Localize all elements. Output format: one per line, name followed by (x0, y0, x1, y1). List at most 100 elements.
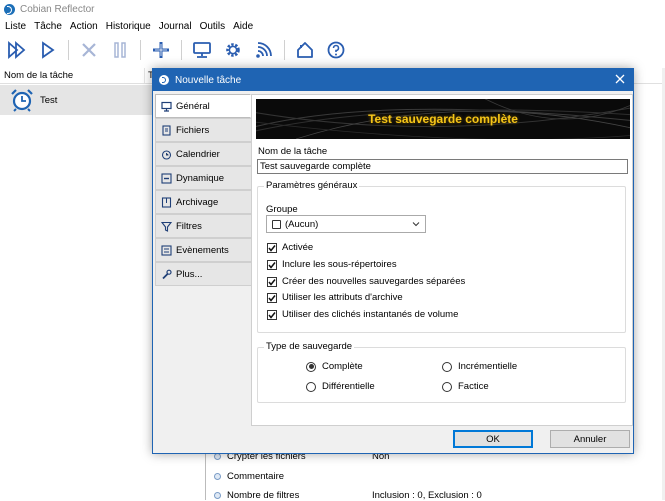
checkbox-label: Créer des nouvelles sauvegardes séparées (282, 276, 466, 287)
backup-type-group: Type de sauvegarde Complète Incrémentiel… (257, 341, 626, 403)
dialog-logo-icon (159, 75, 169, 85)
radio-dummy[interactable]: Factice (442, 381, 489, 392)
monitor-icon (161, 101, 172, 112)
run-button[interactable] (37, 39, 59, 61)
tab-files[interactable]: Fichiers (155, 118, 251, 142)
menu-journal[interactable]: Journal (156, 21, 195, 32)
tab-archive[interactable]: Archivage (155, 190, 251, 214)
checkbox-separate-backups[interactable]: Créer des nouvelles sauvegardes séparées (267, 276, 465, 287)
home-button[interactable] (294, 39, 316, 61)
checkbox-box (267, 292, 277, 303)
property-bullet-icon (214, 453, 221, 460)
checkbox-archive-attributes[interactable]: Utiliser les attributs d'archive (267, 292, 403, 303)
tab-label: Général (176, 100, 210, 112)
checkbox-volume-shadow-copy[interactable]: Utiliser des clichés instantanés de volu… (267, 309, 458, 320)
radio-circle (442, 381, 452, 392)
tab-general[interactable]: Général (155, 94, 251, 118)
tab-dynamic[interactable]: Dynamique (155, 166, 251, 190)
checkbox-box (267, 242, 277, 253)
tab-label: Evènements (176, 244, 229, 256)
tab-schedule[interactable]: Calendrier (155, 142, 251, 166)
general-params-group: Paramètres généraux Groupe (Aucun) Activ… (257, 180, 626, 333)
checkbox-label: Utiliser les attributs d'archive (282, 292, 403, 303)
dialog-title: Nouvelle tâche (175, 74, 242, 86)
ok-button[interactable]: OK (453, 430, 533, 448)
tab-label: Fichiers (176, 124, 210, 136)
group-select[interactable]: (Aucun) (266, 215, 426, 233)
checkmark-icon (268, 244, 276, 252)
tab-label: Plus... (176, 268, 203, 280)
menu-aide[interactable]: Aide (230, 21, 256, 32)
close-icon (615, 74, 625, 84)
chevron-down-icon (412, 222, 420, 227)
pause-button[interactable] (109, 39, 131, 61)
radio-dot (308, 364, 314, 369)
radio-differential[interactable]: Différentielle (306, 381, 375, 392)
task-banner: Test sauvegarde complète (256, 99, 630, 139)
monitor-button[interactable] (191, 39, 213, 61)
network-button[interactable] (253, 39, 275, 61)
checkbox-label: Utiliser des clichés instantanés de volu… (282, 309, 459, 320)
radio-label: Complète (322, 361, 363, 372)
banner-title: Test sauvegarde complète (368, 112, 518, 126)
toolbar-separator (284, 40, 285, 60)
checkbox-include-subdirs[interactable]: Inclure les sous-répertoires (267, 259, 397, 270)
alarm-clock-icon (11, 89, 33, 112)
property-label: Nombre de filtres (227, 490, 300, 501)
tab-events[interactable]: Evènements (155, 238, 251, 262)
task-name: Test (40, 94, 58, 106)
checkbox-active[interactable]: Activée (267, 242, 313, 253)
add-task-icon (153, 42, 169, 58)
column-header-task-name[interactable]: Nom de la tâche (0, 68, 145, 83)
radio-circle (306, 381, 316, 392)
task-properties-panel: Crypter les fichiers Non Commentaire Nom… (205, 451, 665, 501)
checkmark-icon (268, 278, 276, 286)
stop-icon (82, 43, 96, 57)
toolbar-separator (181, 40, 182, 60)
dialog-tabs: Général Fichiers Calendrier Dynamique Ar… (155, 94, 251, 286)
run-all-button[interactable] (6, 39, 28, 61)
property-label: Commentaire (227, 471, 285, 482)
menu-action[interactable]: Action (67, 21, 101, 32)
task-name-input[interactable]: Test sauvegarde complète (257, 159, 628, 174)
window-title: Cobian Reflector (20, 3, 95, 15)
menu-tache[interactable]: Tâche (31, 21, 65, 32)
menu-historique[interactable]: Historique (103, 21, 154, 32)
checkbox-box (267, 309, 277, 320)
group-label: Groupe (266, 204, 298, 215)
menu-bar: Liste Tâche Action Historique Journal Ou… (0, 18, 665, 35)
dialog-close-button[interactable] (613, 72, 627, 86)
tab-label: Dynamique (176, 172, 225, 184)
task-row[interactable]: Test (0, 85, 152, 115)
settings-button[interactable] (222, 39, 244, 61)
archive-icon (161, 196, 172, 208)
tab-content-general: Test sauvegarde complète Nom de la tâche… (251, 94, 633, 426)
tab-filters[interactable]: Filtres (155, 214, 251, 238)
files-icon (162, 124, 171, 136)
tab-label: Archivage (176, 196, 219, 208)
stop-button[interactable] (78, 39, 100, 61)
tab-more[interactable]: Plus... (155, 262, 251, 286)
filter-icon (161, 221, 172, 232)
network-icon (256, 42, 272, 58)
backup-type-legend: Type de sauvegarde (264, 341, 355, 352)
checkbox-label: Inclure les sous-répertoires (282, 259, 397, 270)
wrench-icon (162, 269, 172, 279)
radio-label: Incrémentielle (458, 361, 518, 372)
run-icon (42, 41, 55, 59)
cancel-button[interactable]: Annuler (550, 430, 630, 448)
radio-label: Factice (458, 381, 489, 392)
radio-label: Différentielle (322, 381, 375, 392)
menu-outils[interactable]: Outils (197, 21, 229, 32)
run-all-icon (8, 41, 26, 59)
checkbox-box (267, 259, 277, 270)
events-icon (161, 244, 172, 256)
help-button[interactable] (325, 39, 347, 61)
radio-incremental[interactable]: Incrémentielle (442, 361, 517, 372)
radio-full[interactable]: Complète (306, 361, 363, 372)
menu-liste[interactable]: Liste (2, 21, 29, 32)
dialog-titlebar: Nouvelle tâche (153, 69, 633, 91)
general-params-legend: Paramètres généraux (264, 180, 360, 191)
task-name-label: Nom de la tâche (258, 146, 328, 157)
add-task-button[interactable] (150, 39, 172, 61)
